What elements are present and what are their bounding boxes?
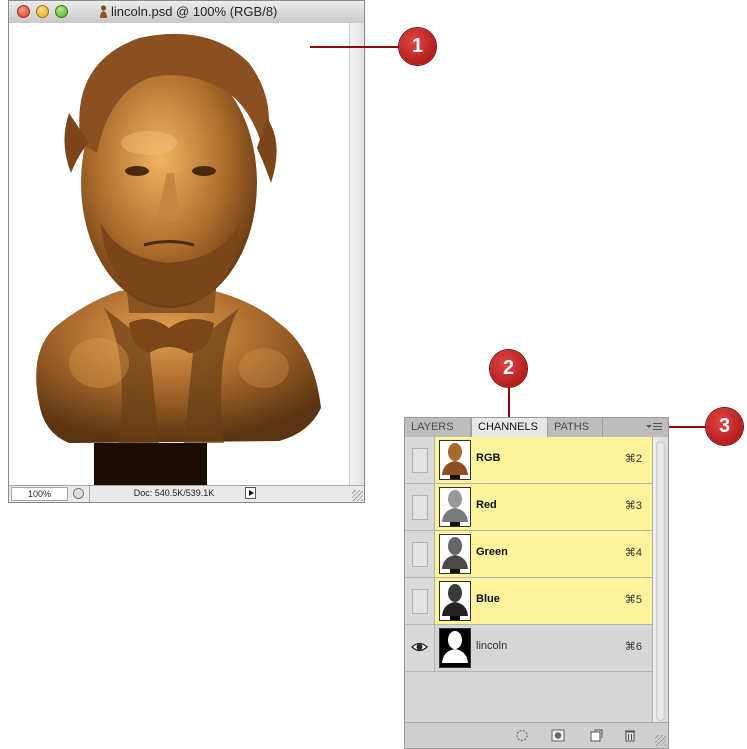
channel-row-blue[interactable]: Blue ⌘5 [405, 578, 654, 625]
document-title: lincoln.psd @ 100% (RGB/8) [111, 4, 278, 19]
visibility-toggle[interactable] [412, 448, 428, 473]
channel-thumbnail-lincoln [439, 628, 471, 668]
vertical-scrollbar[interactable] [349, 23, 364, 486]
channel-shortcut: ⌘4 [624, 547, 642, 559]
channel-name: Blue [476, 593, 500, 605]
tab-channels[interactable]: CHANNELS [471, 418, 548, 437]
visibility-cell[interactable] [405, 437, 435, 483]
tab-paths[interactable]: PATHS [548, 418, 603, 437]
channel-thumbnail-blue [439, 581, 471, 621]
status-bar: 100% Doc: 540.5K/539.1K [9, 485, 364, 502]
channel-name: lincoln [476, 640, 508, 652]
document-window: lincoln.psd @ 100% (RGB/8) 100% Doc: 540… [8, 0, 365, 503]
channel-shortcut: ⌘3 [624, 500, 642, 512]
lincoln-bust-image [36, 33, 322, 486]
zoom-button[interactable] [55, 5, 68, 18]
channel-row-rgb[interactable]: RGB ⌘2 [405, 437, 654, 484]
channel-row-lincoln[interactable]: lincoln ⌘6 [405, 625, 654, 672]
panel-tab-bar: LAYERS CHANNELS PATHS [405, 418, 668, 438]
callout-1-leader-line [310, 46, 400, 48]
channel-thumbnail-red [439, 487, 471, 527]
zoom-level-field[interactable]: 100% [11, 487, 68, 501]
status-divider [89, 486, 90, 502]
callout-1-badge: 1 [399, 28, 436, 65]
eye-icon[interactable] [411, 641, 428, 653]
panel-scrollbar[interactable] [652, 437, 668, 725]
channel-shortcut: ⌘2 [624, 453, 642, 465]
channel-shortcut: ⌘6 [624, 641, 642, 653]
new-channel-icon[interactable] [589, 729, 603, 742]
channels-panel: LAYERS CHANNELS PATHS RGB ⌘2 Red ⌘3 Gree… [404, 417, 669, 749]
load-selection-icon[interactable] [515, 729, 529, 742]
channel-name: Green [476, 546, 508, 558]
trash-icon[interactable] [623, 729, 637, 742]
title-bar[interactable]: lincoln.psd @ 100% (RGB/8) [9, 1, 364, 24]
status-info-icon[interactable] [73, 488, 84, 499]
resize-grip-icon[interactable] [352, 490, 363, 501]
channel-thumbnail-rgb [439, 440, 471, 480]
visibility-toggle[interactable] [412, 495, 428, 520]
status-menu-arrow-icon[interactable] [245, 487, 256, 499]
channel-name: RGB [476, 452, 501, 464]
minimize-button[interactable] [36, 5, 49, 18]
channel-row-green[interactable]: Green ⌘4 [405, 531, 654, 578]
channel-thumbnail-green [439, 534, 471, 574]
channel-list: RGB ⌘2 Red ⌘3 Green ⌘4 Blue ⌘5 lincoln ⌘… [405, 437, 654, 672]
callout-2-badge: 2 [490, 350, 527, 387]
visibility-cell[interactable] [405, 625, 435, 671]
document-proxy-icon[interactable] [99, 5, 108, 18]
tab-layers[interactable]: LAYERS [405, 418, 471, 437]
channel-shortcut: ⌘5 [624, 594, 642, 606]
image-canvas[interactable] [9, 23, 351, 486]
callout-3-badge: 3 [706, 408, 743, 445]
visibility-cell[interactable] [405, 531, 435, 577]
panel-resize-grip-icon[interactable] [655, 735, 666, 746]
close-button[interactable] [17, 5, 30, 18]
panel-menu-icon[interactable] [646, 422, 662, 432]
channel-name: Red [476, 499, 497, 511]
panel-footer [405, 722, 668, 748]
visibility-cell[interactable] [405, 484, 435, 530]
visibility-toggle[interactable] [412, 589, 428, 614]
visibility-cell[interactable] [405, 578, 435, 624]
document-size-readout: Doc: 540.5K/539.1K [133, 488, 215, 498]
save-selection-icon[interactable] [551, 729, 565, 742]
visibility-toggle[interactable] [412, 542, 428, 567]
channel-row-red[interactable]: Red ⌘3 [405, 484, 654, 531]
